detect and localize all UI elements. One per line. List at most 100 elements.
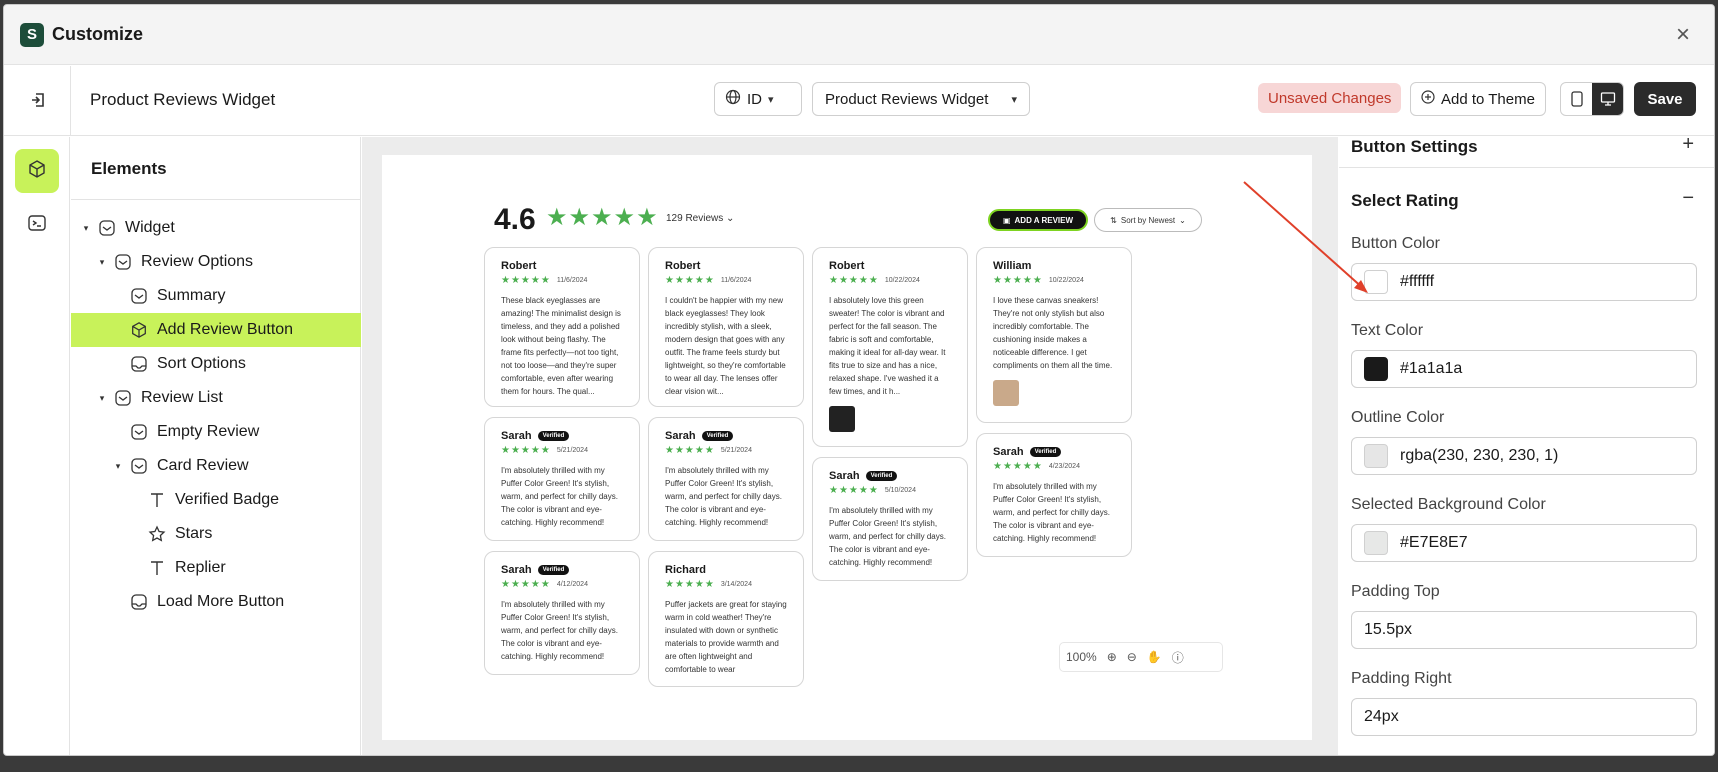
close-button[interactable]: × xyxy=(1676,23,1690,47)
verified-badge: Verified xyxy=(1029,447,1062,457)
widget-preview[interactable]: 4.6 ★★★★★ 129 Reviews ⌄ ▣ ADD A REVIEW ⇅… xyxy=(382,155,1312,740)
tree-item-label: Review Options xyxy=(141,253,254,270)
review-card: Sarah Verified ★★★★★ 5/21/2024 I'm absolut… xyxy=(648,417,804,541)
tree-item-label: Widget xyxy=(125,219,175,236)
elements-title: Elements xyxy=(91,159,167,178)
toolbar: Product Reviews Widget ID ▾ Product Revi… xyxy=(4,66,1714,136)
tree-item-sort-options[interactable]: Sort Options xyxy=(71,347,361,381)
caret-down-icon[interactable]: ▾ xyxy=(113,461,123,472)
select-rating-header[interactable]: Select Rating xyxy=(1351,191,1681,211)
tree-item-add-review-button[interactable]: Add Review Button xyxy=(71,313,361,347)
button-color-value: #ffffff xyxy=(1400,273,1435,290)
left-rail xyxy=(4,137,70,755)
tree-item-review-list[interactable]: ▾ Review List xyxy=(71,381,361,415)
app-logo: S xyxy=(20,22,44,47)
padding-right-input[interactable]: 24px xyxy=(1351,698,1697,736)
caret-down-icon[interactable]: ▾ xyxy=(97,257,107,268)
star-icon xyxy=(147,524,167,544)
tree-item-label: Empty Review xyxy=(157,423,260,440)
section-divider xyxy=(1339,167,1714,168)
tree-item-card-review[interactable]: ▾ Card Review xyxy=(71,449,361,483)
review-date: 10/22/2024 xyxy=(884,277,920,284)
review-body: I'm absolutely thrilled with my Puffer C… xyxy=(665,466,782,527)
text-icon xyxy=(147,490,167,510)
caret-down-icon[interactable]: ▾ xyxy=(97,393,107,404)
outline-color-value: rgba(230, 230, 230, 1) xyxy=(1400,447,1559,464)
review-photo[interactable] xyxy=(829,406,855,432)
tree-item-replier[interactable]: Replier xyxy=(71,551,361,585)
toolbar-divider xyxy=(70,66,71,136)
language-select[interactable]: ID ▾ xyxy=(714,82,802,116)
tree-item-load-more-button[interactable]: Load More Button xyxy=(71,585,361,619)
verified-badge: Verified xyxy=(537,431,570,441)
hand-icon[interactable]: ✋ xyxy=(1147,650,1162,664)
text-icon xyxy=(147,558,167,578)
reviewer-name: Sarah xyxy=(829,470,860,482)
tree-item-empty-review[interactable]: Empty Review xyxy=(71,415,361,449)
color-swatch[interactable] xyxy=(1364,270,1388,294)
selected-bg-color-field[interactable]: #E7E8E7 xyxy=(1351,524,1697,562)
review-date: 10/22/2024 xyxy=(1048,277,1084,284)
tree-item-label: Verified Badge xyxy=(175,491,280,508)
review-date: 4/12/2024 xyxy=(556,581,588,588)
add-to-theme-label: Add to Theme xyxy=(1441,90,1535,108)
selected-bg-color-value: #E7E8E7 xyxy=(1400,534,1468,551)
padding-top-input[interactable]: 15.5px xyxy=(1351,611,1697,649)
add-to-theme-button[interactable]: Add to Theme xyxy=(1410,82,1546,116)
tree-item-verified-badge[interactable]: Verified Badge xyxy=(71,483,361,517)
review-card: Sarah Verified ★★★★★ 5/10/2024 I'm absolut… xyxy=(812,457,968,581)
review-body: I absolutely love this green sweater! Th… xyxy=(829,296,946,396)
button-color-label: Button Color xyxy=(1351,235,1440,252)
tray-icon xyxy=(129,354,149,374)
save-button[interactable]: Save xyxy=(1634,82,1696,116)
desktop-view-button[interactable] xyxy=(1592,83,1623,115)
review-stars: ★★★★★ xyxy=(829,275,879,286)
exit-icon[interactable] xyxy=(26,88,50,112)
average-stars: ★★★★★ xyxy=(546,204,659,231)
zoom-in-icon[interactable]: ⊕ xyxy=(1107,650,1117,664)
mobile-view-button[interactable] xyxy=(1561,83,1592,115)
text-color-field[interactable]: #1a1a1a xyxy=(1351,350,1697,388)
color-swatch[interactable] xyxy=(1364,444,1388,468)
review-date: 5/21/2024 xyxy=(720,447,752,454)
help-icon[interactable]: ⓘ xyxy=(1172,649,1184,666)
cube-icon xyxy=(27,159,47,184)
caret-down-icon[interactable]: ▾ xyxy=(81,223,91,234)
tree-item-label: Card Review xyxy=(157,457,249,474)
add-review-label: ADD A REVIEW xyxy=(1014,215,1074,225)
review-card: Robert ★★★★★ 10/22/2024 I absolutely love… xyxy=(812,247,968,447)
widget-select[interactable]: Product Reviews Widget ▾ xyxy=(812,82,1030,116)
verified-badge: Verified xyxy=(537,565,570,575)
component-icon xyxy=(129,422,149,442)
zoom-out-icon[interactable]: ⊖ xyxy=(1127,650,1137,664)
review-card: Richard ★★★★★ 3/14/2024 Puffer jackets ar… xyxy=(648,551,804,687)
component-icon xyxy=(113,252,133,272)
code-tab-button[interactable] xyxy=(15,203,59,247)
review-photo[interactable] xyxy=(993,380,1019,406)
color-swatch[interactable] xyxy=(1364,357,1388,381)
button-color-field[interactable]: #ffffff xyxy=(1351,263,1697,301)
tree-item-label: Replier xyxy=(175,559,226,576)
elements-tab-button[interactable] xyxy=(15,149,59,193)
tree-item-widget[interactable]: ▾ Widget xyxy=(71,211,361,245)
expand-plus-icon[interactable]: + xyxy=(1682,137,1694,156)
tree-item-stars[interactable]: Stars xyxy=(71,517,361,551)
review-body: These black eyeglasses are amazing! The … xyxy=(501,296,621,396)
sort-button[interactable]: ⇅ Sort by Newest ⌄ xyxy=(1094,208,1202,232)
reviews-count[interactable]: 129 Reviews ⌄ xyxy=(666,213,734,224)
review-date: 11/6/2024 xyxy=(556,277,588,284)
review-date: 5/21/2024 xyxy=(556,447,588,454)
preview-canvas: 4.6 ★★★★★ 129 Reviews ⌄ ▣ ADD A REVIEW ⇅… xyxy=(362,137,1338,755)
collapse-minus-icon[interactable]: − xyxy=(1682,187,1694,210)
review-card: Sarah Verified ★★★★★ 4/12/2024 I'm absolut… xyxy=(484,551,640,675)
padding-top-label: Padding Top xyxy=(1351,583,1440,600)
outline-color-field[interactable]: rgba(230, 230, 230, 1) xyxy=(1351,437,1697,475)
verified-badge: Verified xyxy=(701,431,734,441)
review-stars: ★★★★★ xyxy=(665,275,715,286)
add-review-button[interactable]: ▣ ADD A REVIEW xyxy=(988,209,1088,231)
tree-item-summary[interactable]: Summary xyxy=(71,279,361,313)
color-swatch[interactable] xyxy=(1364,531,1388,555)
component-icon xyxy=(97,218,117,238)
button-settings-header[interactable]: Button Settings xyxy=(1351,137,1681,157)
tree-item-review-options[interactable]: ▾ Review Options xyxy=(71,245,361,279)
